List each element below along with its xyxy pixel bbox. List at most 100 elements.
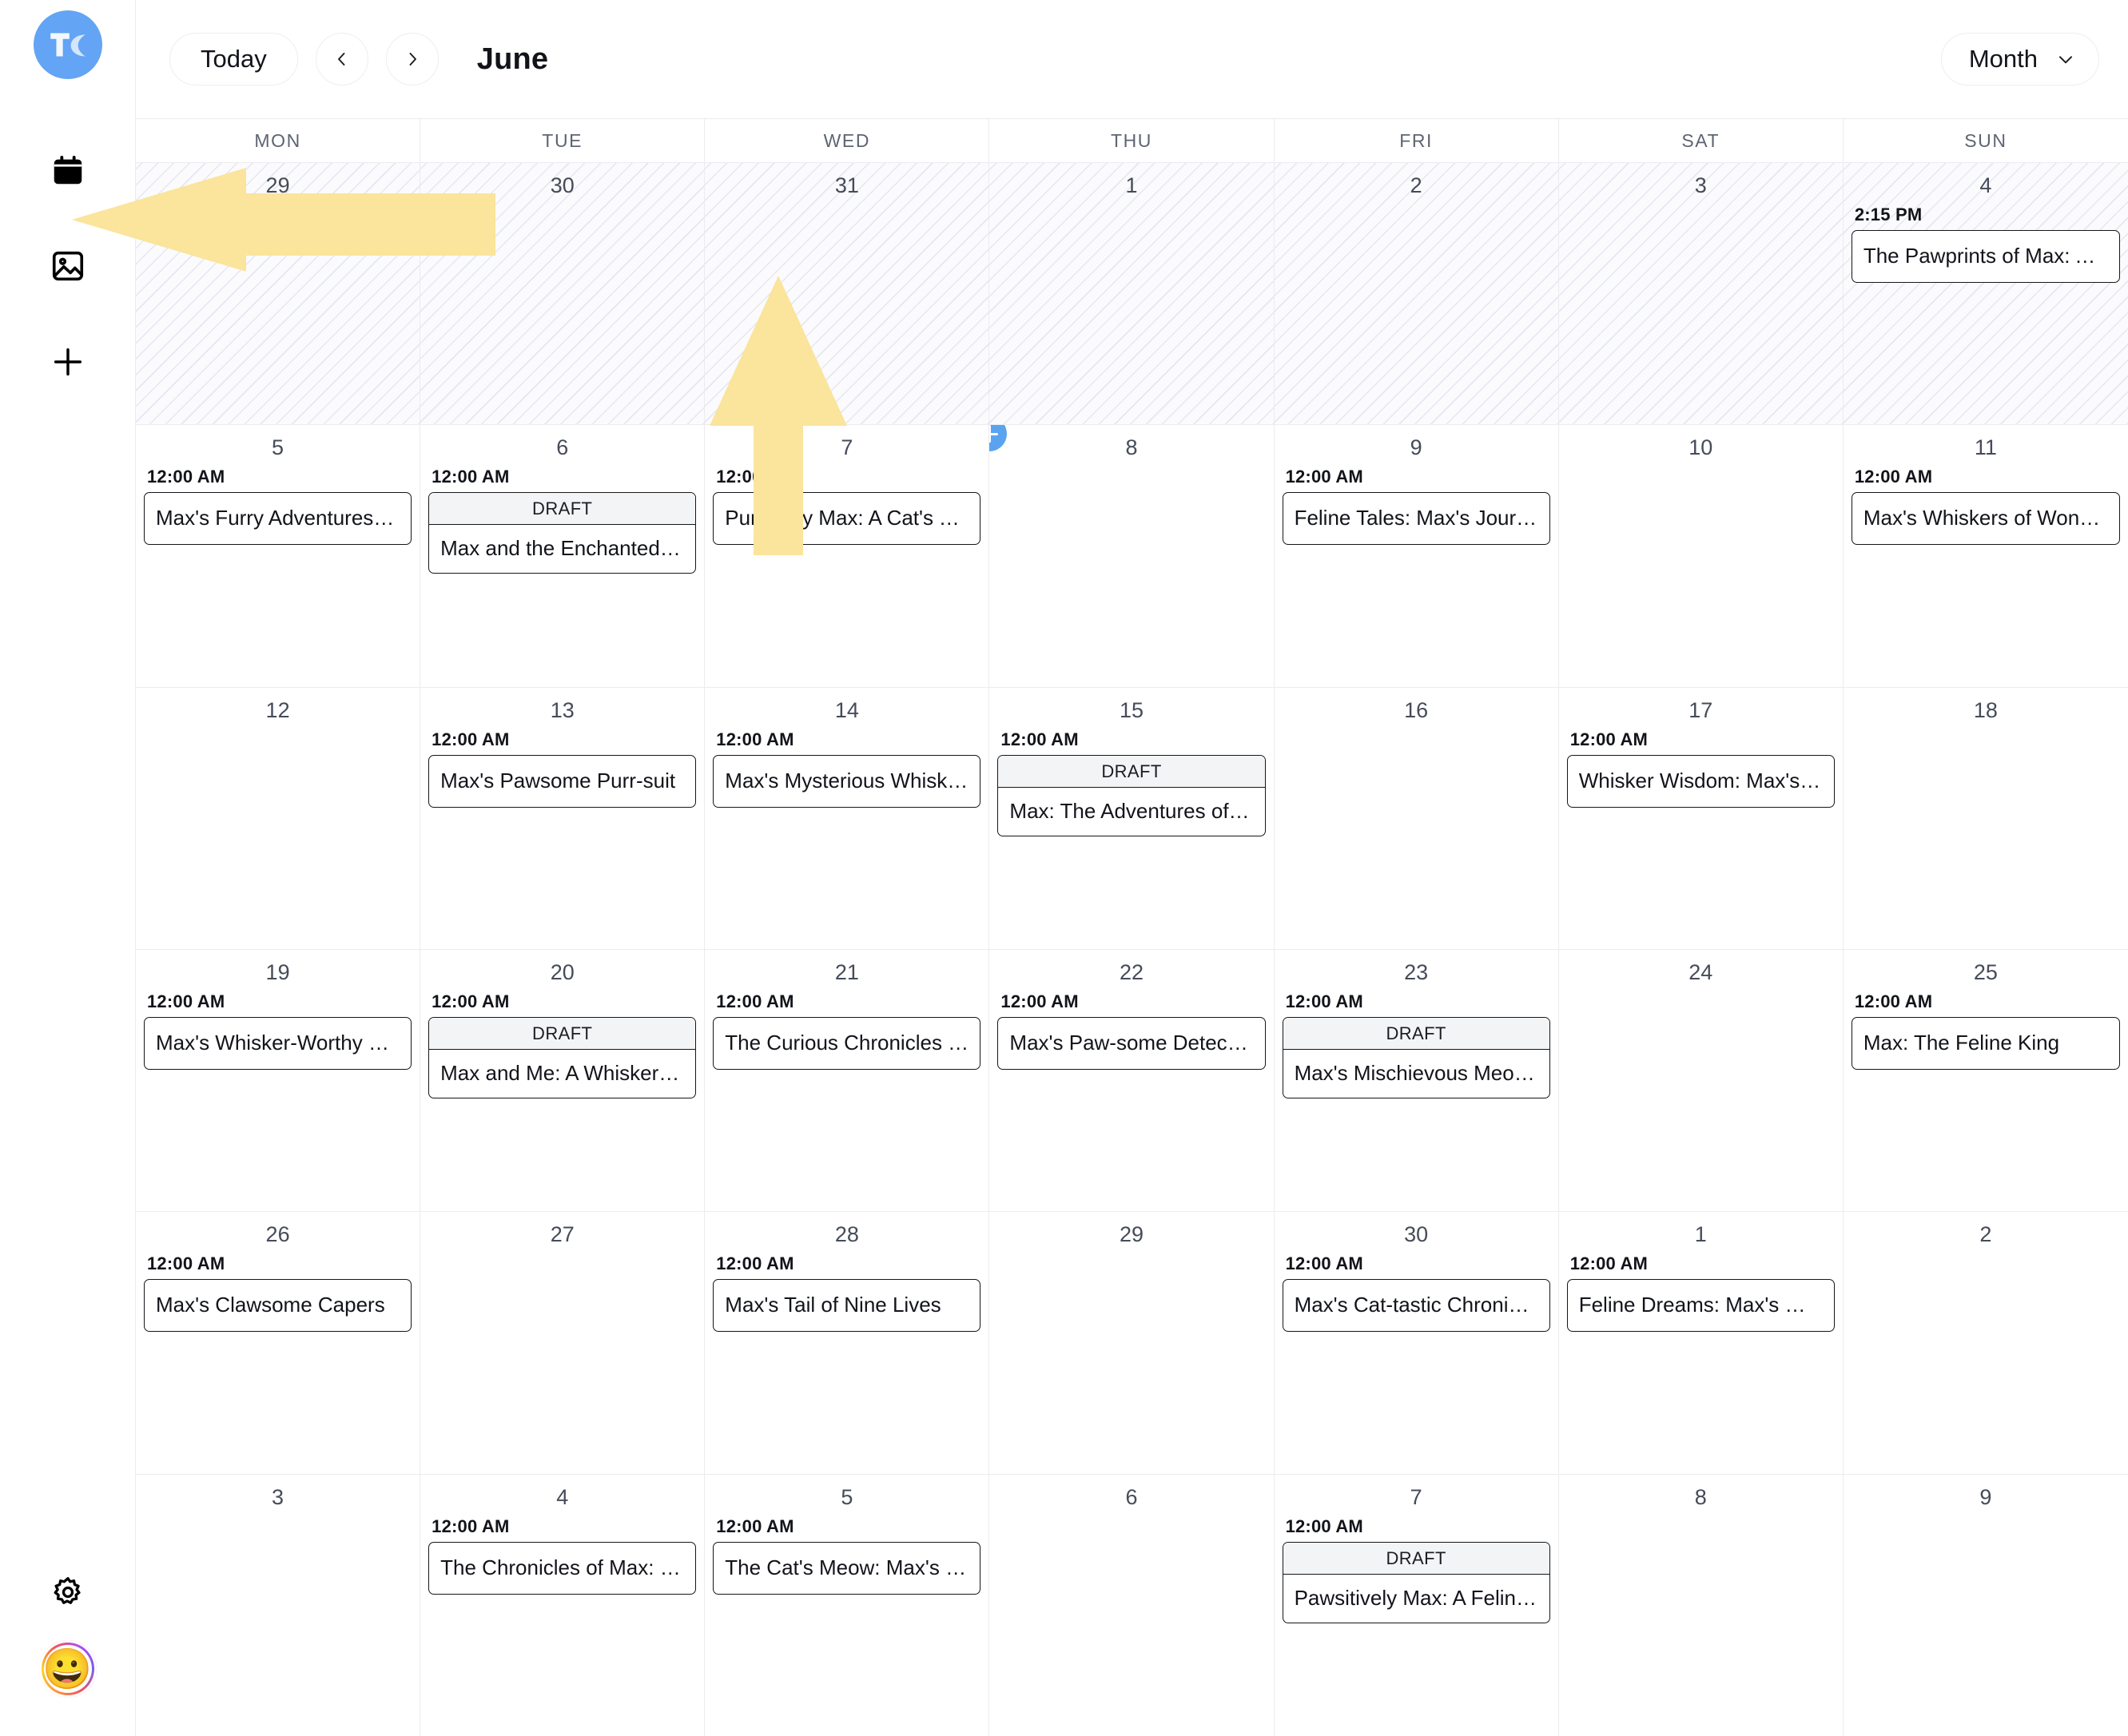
calendar-day-cell[interactable]: 19 12:00 AM Max's Whisker-Worthy Wo…	[136, 949, 421, 1212]
calendar-day-cell[interactable]: 11 12:00 AM Max's Whiskers of Wonder	[1843, 425, 2128, 687]
event-card[interactable]: DRAFT Pawsitively Max: A Feline's …	[1282, 1541, 1550, 1623]
today-button[interactable]: Today	[169, 33, 298, 85]
calendar-day-cell[interactable]: 30	[420, 163, 706, 425]
event-card[interactable]: Whisker Wisdom: Max's Me…	[1566, 754, 1835, 808]
event-card[interactable]: The Curious Chronicles of …	[713, 1016, 981, 1070]
day-number: 6	[556, 435, 569, 460]
sidebar-item-calendar[interactable]	[46, 148, 90, 193]
day-events: 12:00 AM Max's Pawsome Purr-suit	[428, 726, 697, 808]
day-of-week-sun: SUN	[1964, 129, 2007, 151]
sidebar-item-media[interactable]	[46, 244, 90, 288]
event-card[interactable]: Max's Mysterious Whiskers	[713, 754, 981, 808]
event-title: The Cat's Meow: Max's Feli…	[725, 1555, 980, 1579]
event-card[interactable]: The Cat's Meow: Max's Feli…	[713, 1541, 981, 1595]
page-title: June	[476, 42, 549, 76]
event-card[interactable]: Max's Tail of Nine Lives	[713, 1279, 981, 1333]
event-title: Max's Cat-tastic Chronicles	[1294, 1293, 1545, 1317]
calendar-day-cell[interactable]: 2	[1274, 163, 1559, 425]
event-card[interactable]: Feline Tales: Max's Journey	[1282, 492, 1550, 546]
calendar-day-cell[interactable]: 1 12:00 AM Feline Dreams: Max's Whis…	[1558, 1212, 1844, 1474]
event-card[interactable]: Max's Pawsome Purr-suit	[428, 754, 697, 808]
event-time: 12:00 AM	[147, 467, 225, 487]
day-number: 2	[1979, 1222, 1992, 1247]
calendar-day-cell[interactable]: 2	[1843, 1212, 2128, 1474]
calendar-day-cell[interactable]: 26 12:00 AM Max's Clawsome Capers	[136, 1212, 421, 1474]
calendar-day-cell[interactable]: 4 12:00 AM The Chronicles of Max: Whi…	[420, 1474, 706, 1736]
day-events: 2:15 PM The Pawprints of Max: A C…	[1851, 201, 2120, 283]
calendar-day-cell[interactable]: 27	[420, 1212, 706, 1474]
event-title: Max's Clawsome Capers	[156, 1293, 385, 1317]
event-card[interactable]: Feline Dreams: Max's Whis…	[1566, 1279, 1835, 1333]
avatar-emoji: 😀	[42, 1645, 93, 1693]
day-events	[144, 201, 412, 205]
calendar-day-cell[interactable]: 13 12:00 AM Max's Pawsome Purr-suit	[420, 687, 706, 949]
sidebar-item-create[interactable]	[46, 340, 90, 384]
calendar-week-row: 3 4 12:00 AM The Chronicles of Max: Whi… 5 12…	[136, 1474, 2128, 1736]
calendar-day-cell[interactable]: 22 12:00 AM Max's Paw-some Detectiv…	[989, 949, 1275, 1212]
event-card[interactable]: Max's Furry Adventures: A …	[144, 492, 412, 546]
calendar-day-cell[interactable]: 9 12:00 AM Feline Tales: Max's Journey	[1274, 425, 1559, 687]
day-events: 12:00 AM Max's Clawsome Capers	[144, 1250, 412, 1333]
calendar-day-cell[interactable]: 3	[1558, 163, 1844, 425]
calendar-day-cell[interactable]: 5 12:00 AM The Cat's Meow: Max's Feli…	[705, 1474, 990, 1736]
calendar-day-cell[interactable]: 18	[1843, 687, 2128, 949]
toolbar: Today June Month	[136, 0, 2128, 118]
event-card[interactable]: Max: The Feline King	[1851, 1016, 2120, 1070]
day-number: 22	[1119, 959, 1144, 984]
calendar-day-cell[interactable]: 8	[1558, 1474, 1844, 1736]
event-card[interactable]: Purrfectly Max: A Cat's Tale	[713, 492, 981, 546]
calendar-day-cell[interactable]: 25 12:00 AM Max: The Feline King	[1843, 949, 2128, 1212]
calendar-day-cell[interactable]: 23 12:00 AM DRAFT Max's Mischievous Meows	[1274, 949, 1559, 1212]
event-card[interactable]: Max's Whisker-Worthy Wo…	[144, 1016, 412, 1070]
calendar-day-cell[interactable]: 10	[1558, 425, 1844, 687]
calendar-day-cell[interactable]: 7 12:00 AM DRAFT Pawsitively Max: A Feline'…	[1274, 1474, 1559, 1736]
calendar-day-cell[interactable]: 12	[136, 687, 421, 949]
calendar-day-cell[interactable]: 7 12:00 AM Purrfectly Max: A Cat's Tale	[705, 425, 990, 687]
event-card[interactable]: The Chronicles of Max: Whi…	[428, 1541, 697, 1595]
calendar-day-cell[interactable]: 9	[1843, 1474, 2128, 1736]
event-title: Max's Mischievous Meows	[1294, 1060, 1540, 1085]
day-number: 6	[1125, 1484, 1138, 1509]
calendar-day-cell[interactable]: 30 12:00 AM Max's Cat-tastic Chronicles	[1274, 1212, 1559, 1474]
day-events	[713, 201, 980, 205]
calendar-day-cell[interactable]: 29	[136, 163, 421, 425]
day-number: 31	[834, 173, 859, 197]
event-card[interactable]: The Pawprints of Max: A C…	[1851, 230, 2120, 283]
calendar-day-cell[interactable]: 4 2:15 PM The Pawprints of Max: A C…	[1843, 163, 2128, 425]
event-card[interactable]: Max's Paw-some Detectiv…	[997, 1016, 1266, 1070]
calendar-day-cell[interactable]: 6	[989, 1474, 1275, 1736]
calendar-day-cell[interactable]: 3	[136, 1474, 421, 1736]
event-card[interactable]: Max's Clawsome Capers	[144, 1279, 412, 1333]
calendar-day-cell[interactable]: 29	[989, 1212, 1275, 1474]
day-number: 30	[550, 173, 575, 197]
event-card[interactable]: DRAFT Max: The Adventures of…	[997, 754, 1266, 836]
calendar-day-cell[interactable]: 15 12:00 AM DRAFT Max: The Adventures of…	[989, 687, 1275, 949]
next-period-button[interactable]	[385, 33, 439, 85]
calendar-day-cell[interactable]: 16	[1274, 687, 1559, 949]
calendar-day-cell[interactable]: 1	[989, 163, 1275, 425]
calendar-day-cell[interactable]: 6 12:00 AM DRAFT Max and the Enchanted Ya…	[420, 425, 706, 687]
event-card[interactable]: DRAFT Max and Me: A Whiskered …	[428, 1016, 697, 1098]
event-card[interactable]: Max's Whiskers of Wonder	[1851, 492, 2120, 546]
calendar-day-cell[interactable]: 31	[705, 163, 990, 425]
calendar-day-cell[interactable]: 24	[1558, 949, 1844, 1212]
event-card[interactable]: Max's Cat-tastic Chronicles	[1282, 1279, 1550, 1333]
avatar[interactable]: 😀	[38, 1640, 97, 1698]
event-card[interactable]: DRAFT Max and the Enchanted Ya…	[428, 492, 697, 574]
brand-logo[interactable]	[33, 10, 102, 79]
calendar-day-cell[interactable]: 28 12:00 AM Max's Tail of Nine Lives	[705, 1212, 990, 1474]
view-mode-select[interactable]: Month	[1940, 33, 2099, 85]
day-events: 12:00 AM Max's Tail of Nine Lives	[713, 1250, 981, 1333]
day-number: 23	[1404, 959, 1429, 984]
calendar-day-cell[interactable]: 17 12:00 AM Whisker Wisdom: Max's Me…	[1558, 687, 1844, 949]
sidebar-item-settings[interactable]	[46, 1570, 90, 1615]
previous-period-button[interactable]	[315, 33, 368, 85]
calendar-day-cell[interactable]: 20 12:00 AM DRAFT Max and Me: A Whiskered …	[420, 949, 706, 1212]
day-number: 24	[1688, 959, 1713, 984]
calendar-day-cell[interactable]: 8	[989, 425, 1275, 687]
calendar-day-cell[interactable]: 14 12:00 AM Max's Mysterious Whiskers	[705, 687, 990, 949]
calendar-day-cell[interactable]: 5 12:00 AM Max's Furry Adventures: A …	[136, 425, 421, 687]
calendar-day-cell[interactable]: 21 12:00 AM The Curious Chronicles of …	[705, 949, 990, 1212]
event-card[interactable]: DRAFT Max's Mischievous Meows	[1282, 1016, 1550, 1098]
event-time: 12:00 AM	[432, 467, 510, 487]
